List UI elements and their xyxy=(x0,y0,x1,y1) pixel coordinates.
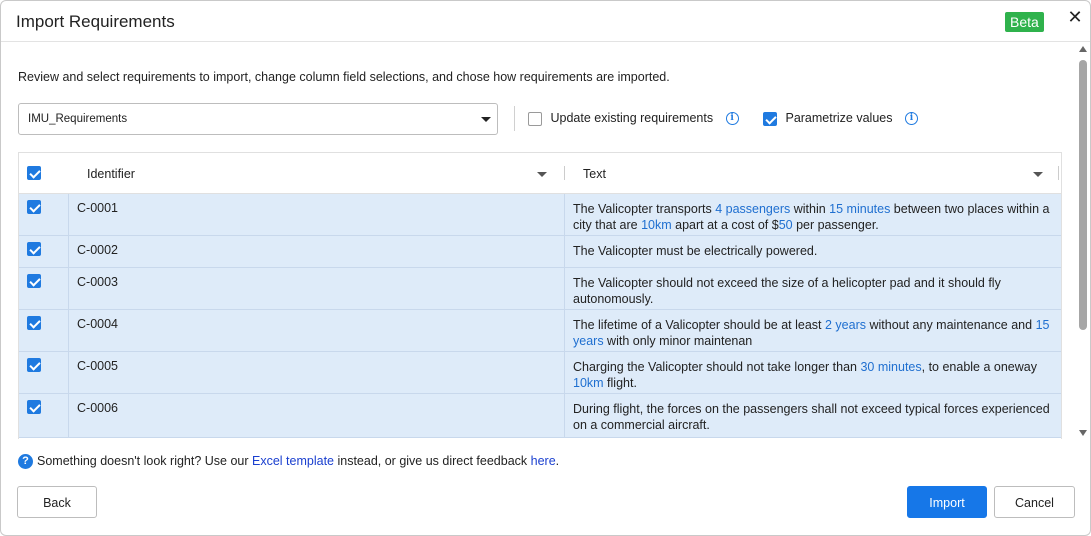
dialog-title: Import Requirements xyxy=(16,12,175,31)
column-header-identifier[interactable]: Identifier xyxy=(87,167,135,181)
feedback-here-link[interactable]: here xyxy=(531,454,556,468)
parametrize-label: Parametrize values xyxy=(785,111,893,125)
intro-text: Review and select requirements to import… xyxy=(18,70,670,84)
update-existing-label: Update existing requirements xyxy=(550,111,714,125)
cell-divider xyxy=(564,236,565,267)
row-checkbox[interactable] xyxy=(27,400,41,414)
cell-divider xyxy=(68,394,69,437)
text-segment: within xyxy=(790,202,830,216)
parameter-value: 4 passengers xyxy=(715,202,791,216)
source-select-value: IMU_Requirements xyxy=(28,113,128,125)
dialog-header: Import Requirements Beta ✕ xyxy=(1,1,1090,42)
cell-divider xyxy=(564,352,565,393)
table-row[interactable]: C-0004 The lifetime of a Valicopter shoul… xyxy=(19,310,1061,352)
requirement-text: The Valicopter should not exceed the siz… xyxy=(573,275,1053,307)
parametrize-option: Parametrize values i xyxy=(763,111,918,127)
cell-divider xyxy=(68,352,69,393)
text-segment: During flight, the forces on the passeng… xyxy=(573,402,1050,432)
table-row[interactable]: C-0005 Charging the Valicopter should not… xyxy=(19,352,1061,394)
select-all-checkbox[interactable] xyxy=(27,166,41,180)
chevron-down-icon[interactable] xyxy=(1033,172,1043,177)
table-header: Identifier Text xyxy=(19,153,1061,194)
parameter-value: 2 years xyxy=(825,318,866,332)
cell-divider xyxy=(68,236,69,267)
requirement-identifier: C-0005 xyxy=(77,359,118,373)
row-checkbox[interactable] xyxy=(27,358,41,372)
column-divider[interactable] xyxy=(564,166,565,180)
requirement-identifier: C-0002 xyxy=(77,243,118,257)
parameter-value: 30 minutes xyxy=(860,360,922,374)
parameter-value: 10km xyxy=(641,218,672,232)
import-requirements-dialog: Import Requirements Beta ✕ Review and se… xyxy=(0,0,1091,536)
column-divider[interactable] xyxy=(1058,166,1059,180)
update-existing-checkbox[interactable] xyxy=(528,111,542,126)
text-segment: The lifetime of a Valicopter should be a… xyxy=(573,318,825,332)
back-button[interactable]: Back xyxy=(17,486,97,518)
scroll-down-arrow-icon[interactable] xyxy=(1079,430,1087,436)
text-segment: per passenger. xyxy=(792,218,879,232)
feedback-text: . xyxy=(555,454,560,468)
parameter-value: 15 minutes xyxy=(829,202,891,216)
feedback-text: Something doesn't look right? Use our xyxy=(37,454,253,468)
requirement-text: During flight, the forces on the passeng… xyxy=(573,401,1053,433)
row-checkbox[interactable] xyxy=(27,242,41,256)
chevron-down-icon xyxy=(481,117,491,122)
table-row[interactable]: C-0006 During flight, the forces on the p… xyxy=(19,394,1061,438)
text-segment: The Valicopter should not exceed the siz… xyxy=(573,276,1001,306)
requirement-identifier: C-0006 xyxy=(77,401,118,415)
text-segment: flight. xyxy=(603,376,637,390)
requirement-text: The Valicopter must be electrically powe… xyxy=(573,243,1053,259)
column-header-text[interactable]: Text xyxy=(583,167,606,181)
cell-divider xyxy=(564,194,565,235)
beta-badge: Beta xyxy=(1005,12,1044,32)
update-existing-option: Update existing requirements i xyxy=(528,111,739,127)
requirement-identifier: C-0004 xyxy=(77,317,118,331)
text-segment: without any maintenance and xyxy=(866,318,1036,332)
scroll-up-arrow-icon[interactable] xyxy=(1079,46,1087,52)
requirements-table: Identifier Text C-0001 The Valicopter tra… xyxy=(18,152,1062,439)
table-row[interactable]: C-0003 The Valicopter should not exceed t… xyxy=(19,268,1061,310)
row-checkbox[interactable] xyxy=(27,200,41,214)
close-icon[interactable]: ✕ xyxy=(1065,7,1085,27)
row-checkbox[interactable] xyxy=(27,274,41,288)
parameter-value: 10km xyxy=(573,376,604,390)
cell-divider xyxy=(564,394,565,437)
cell-divider xyxy=(68,194,69,235)
requirement-text: Charging the Valicopter should not take … xyxy=(573,359,1053,391)
cell-divider xyxy=(68,268,69,309)
requirement-identifier: C-0003 xyxy=(77,275,118,289)
help-icon: ? xyxy=(18,454,33,470)
source-select[interactable]: IMU_Requirements xyxy=(18,103,498,135)
cell-divider xyxy=(564,310,565,351)
options-divider xyxy=(514,106,515,131)
table-row[interactable]: C-0002 The Valicopter must be electricall… xyxy=(19,236,1061,268)
cell-divider xyxy=(564,268,565,309)
dialog-scrollbar[interactable] xyxy=(1077,44,1089,436)
text-segment: Charging the Valicopter should not take … xyxy=(573,360,861,374)
cancel-button[interactable]: Cancel xyxy=(994,486,1075,518)
parameter-value: 50 xyxy=(778,218,793,232)
text-segment: The Valicopter must be electrically powe… xyxy=(573,244,818,258)
import-button[interactable]: Import xyxy=(907,486,987,518)
scrollbar-thumb[interactable] xyxy=(1079,60,1087,330)
excel-template-link[interactable]: Excel template xyxy=(252,454,334,468)
info-icon[interactable]: i xyxy=(904,112,918,126)
chevron-down-icon[interactable] xyxy=(537,172,547,177)
requirement-identifier: C-0001 xyxy=(77,201,118,215)
parametrize-checkbox[interactable] xyxy=(763,111,777,126)
text-segment: with only minor maintenan xyxy=(603,334,753,348)
feedback-text: instead, or give us direct feedback xyxy=(334,454,531,468)
text-segment: apart at a cost of $ xyxy=(671,218,779,232)
info-icon[interactable]: i xyxy=(725,112,739,126)
table-row[interactable]: C-0001 The Valicopter transports 4 passen… xyxy=(19,194,1061,236)
cell-divider xyxy=(68,310,69,351)
feedback-line: ? Something doesn't look right? Use our E… xyxy=(18,454,560,470)
text-segment: , to enable a oneway xyxy=(921,360,1037,374)
row-checkbox[interactable] xyxy=(27,316,41,330)
requirement-text: The lifetime of a Valicopter should be a… xyxy=(573,317,1053,349)
text-segment: The Valicopter transports xyxy=(573,202,716,216)
requirement-text: The Valicopter transports 4 passengers w… xyxy=(573,201,1053,233)
